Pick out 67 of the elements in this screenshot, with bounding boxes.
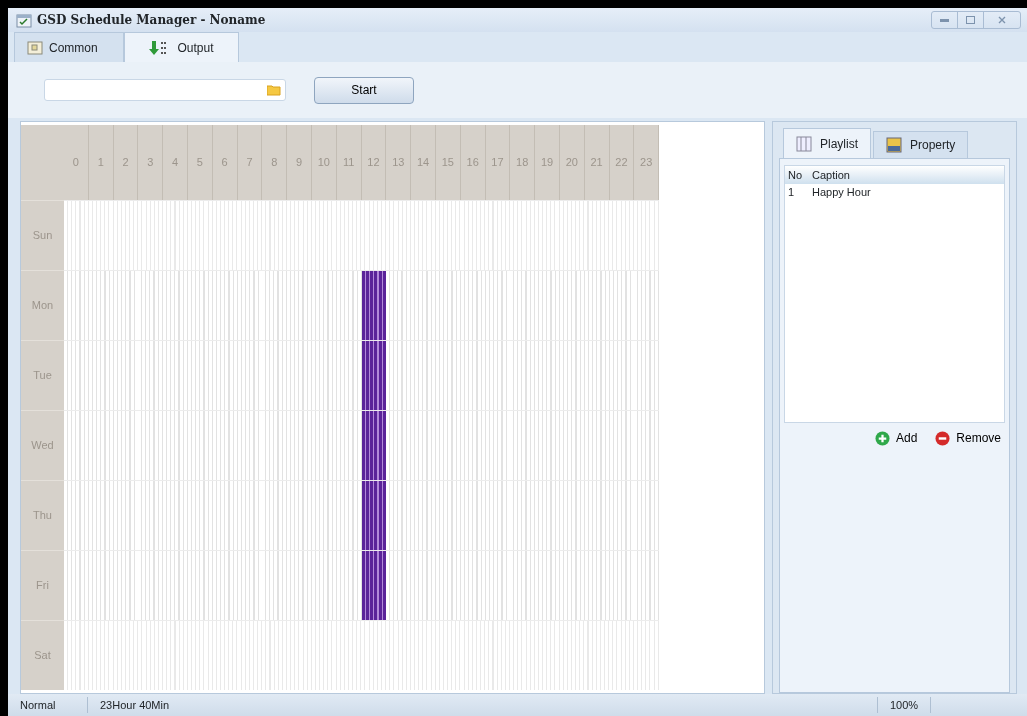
- hour-header: 5: [188, 125, 213, 200]
- hour-header: 4: [163, 125, 188, 200]
- tab[interactable]: Common: [14, 32, 124, 62]
- hour-header: 17: [485, 125, 511, 200]
- hour-header: 11: [336, 125, 362, 200]
- column-header: Caption: [811, 167, 851, 183]
- hour-header: 10: [311, 125, 337, 200]
- day-label: Fri: [21, 550, 64, 620]
- hour-header: 19: [535, 125, 560, 200]
- maximize-icon: [966, 16, 975, 24]
- day-label: Sat: [21, 620, 64, 690]
- schedule-slot[interactable]: [361, 411, 387, 480]
- hour-header: 14: [411, 125, 436, 200]
- hour-header: 3: [138, 125, 164, 200]
- day-label: Thu: [21, 480, 64, 550]
- hour-header: 6: [212, 125, 238, 200]
- day-row[interactable]: [64, 340, 660, 410]
- hour-header: 13: [386, 125, 412, 200]
- minus-icon: [935, 430, 951, 446]
- table-cell-text: 1: [787, 184, 796, 200]
- image-icon: [886, 137, 902, 153]
- day-row[interactable]: [64, 410, 660, 480]
- day-label: Mon: [21, 270, 64, 340]
- window-title: GSD Schedule Manager - Noname: [37, 12, 266, 29]
- hour-header: 12: [361, 125, 387, 200]
- hour-header: 2: [113, 125, 139, 200]
- tab[interactable]: Output: [124, 32, 239, 62]
- schedule-slot[interactable]: [361, 271, 387, 340]
- hour-header: 22: [609, 125, 635, 200]
- hour-header: 21: [584, 125, 610, 200]
- calendar-icon: [16, 12, 32, 28]
- status-text: Normal: [8, 696, 88, 714]
- close-icon: [998, 16, 1006, 24]
- book-icon: [27, 39, 43, 56]
- minimize-icon: [940, 18, 949, 22]
- day-row[interactable]: [64, 550, 660, 620]
- schedule-slot[interactable]: [361, 551, 387, 620]
- status-text: 23Hour 40Min: [88, 696, 878, 714]
- schedule-slot[interactable]: [361, 481, 387, 550]
- table-cell[interactable]: Happy Hour: [809, 183, 1004, 201]
- hour-header: 0: [64, 125, 89, 200]
- path-field[interactable]: [44, 79, 286, 101]
- day-label: Tue: [21, 340, 64, 410]
- hour-header: 1: [88, 125, 114, 200]
- hour-header: 18: [510, 125, 536, 200]
- hour-header: 7: [237, 125, 263, 200]
- column-header: No: [787, 167, 804, 183]
- plus-icon: [874, 430, 890, 446]
- hour-header: 8: [262, 125, 288, 200]
- schedule-slot[interactable]: [361, 341, 387, 410]
- start-button[interactable]: Start: [314, 76, 414, 104]
- day-label: Wed: [21, 410, 64, 480]
- status-text: 100%: [878, 696, 932, 714]
- day-row[interactable]: [64, 270, 660, 340]
- tab[interactable]: Property: [873, 131, 969, 158]
- remove-button[interactable]: Remove: [935, 429, 1001, 447]
- hour-header: 20: [559, 125, 585, 200]
- day-label: Sun: [21, 200, 64, 270]
- list-icon: [796, 135, 812, 152]
- hour-header: 16: [460, 125, 486, 200]
- hour-header: 15: [435, 125, 461, 200]
- hour-header: 9: [287, 125, 312, 200]
- day-row[interactable]: [64, 480, 660, 550]
- folder-icon[interactable]: [267, 84, 281, 96]
- add-button[interactable]: Add: [874, 429, 918, 447]
- hour-header: 23: [634, 125, 660, 200]
- tab[interactable]: Playlist: [783, 128, 871, 158]
